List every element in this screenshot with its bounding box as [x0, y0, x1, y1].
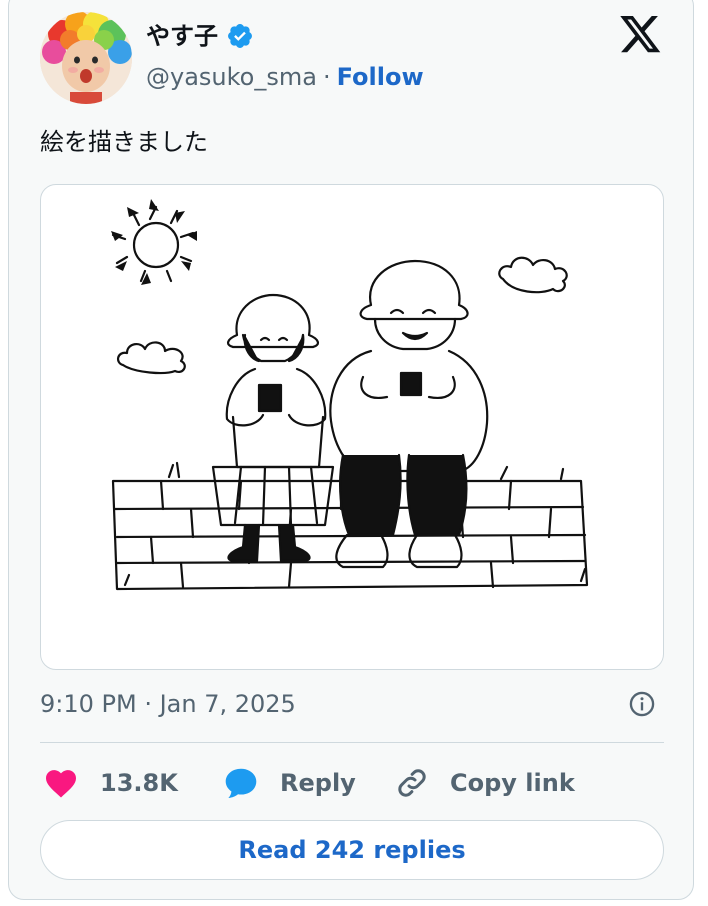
info-icon[interactable] — [628, 690, 656, 718]
divider — [40, 742, 664, 743]
author-handle[interactable]: @yasuko_sma — [146, 60, 317, 94]
copy-link-label: Copy link — [450, 769, 575, 797]
drawing-image — [111, 199, 589, 591]
cloud-left — [117, 341, 186, 375]
reply-label: Reply — [280, 769, 356, 797]
author-display-name[interactable]: やす子 — [146, 18, 218, 54]
tweet-timestamp[interactable]: 9:10 PM · Jan 7, 2025 — [40, 686, 660, 722]
tweet-text: 絵を描きました — [40, 128, 208, 156]
link-icon — [398, 769, 426, 797]
avatar[interactable] — [40, 12, 132, 104]
follow-button[interactable]: Follow — [337, 60, 424, 94]
verified-badge-icon — [228, 24, 252, 48]
author-name-row: やす子 — [146, 18, 254, 54]
tweet-media[interactable] — [40, 184, 664, 670]
tweet-actions: 13.8K Reply Copy link — [40, 760, 664, 806]
boy-figure — [329, 259, 489, 569]
copy-link-button[interactable]: Copy link — [394, 760, 575, 806]
x-logo-icon[interactable] — [620, 16, 662, 54]
like-count: 13.8K — [100, 769, 178, 797]
read-replies-button[interactable]: Read 242 replies — [40, 820, 664, 880]
cloud-right — [498, 256, 568, 294]
sun-icon — [111, 199, 197, 285]
heart-icon — [46, 770, 76, 798]
avatar-image — [40, 12, 132, 104]
reply-button[interactable]: Reply — [222, 760, 356, 806]
author-handle-row: @yasuko_sma · Follow — [146, 60, 424, 94]
separator-dot: · — [322, 63, 331, 91]
girl-figure — [211, 293, 335, 563]
like-button[interactable]: 13.8K — [44, 760, 178, 806]
reply-bubble-icon — [225, 768, 257, 798]
